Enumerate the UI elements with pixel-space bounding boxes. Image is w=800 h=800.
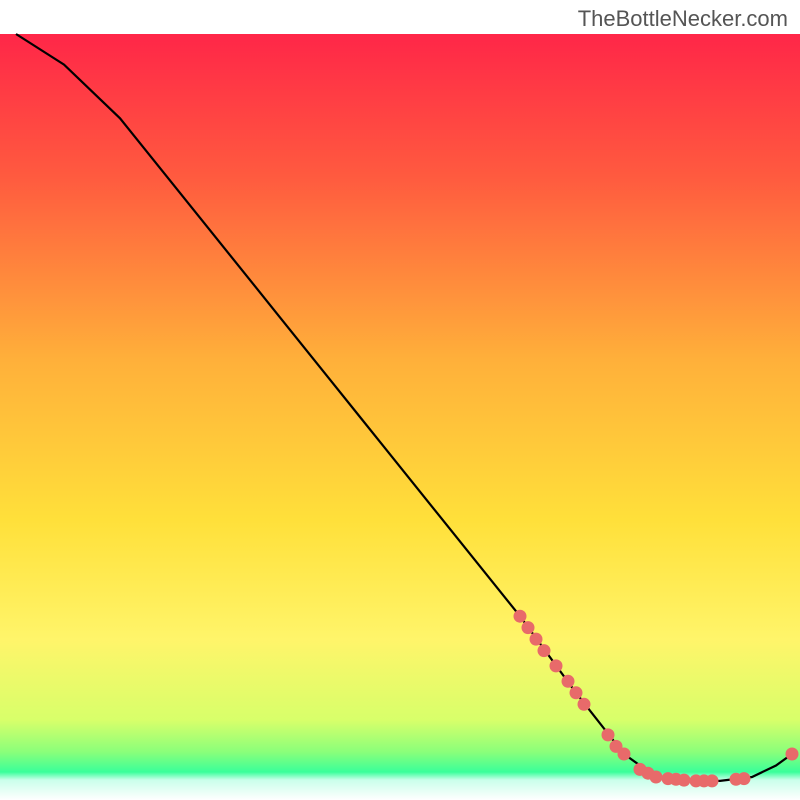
data-dot: [618, 748, 631, 761]
data-dot: [522, 621, 535, 634]
data-dot: [562, 675, 575, 688]
data-dot: [538, 644, 551, 657]
data-dot: [786, 748, 799, 761]
data-dot: [678, 774, 691, 787]
data-dot: [738, 772, 751, 785]
data-dot: [550, 659, 563, 672]
data-dot: [650, 771, 663, 784]
data-dot: [706, 774, 719, 787]
data-dot: [514, 610, 527, 623]
chart-container: TheBottleNecker.com: [0, 0, 800, 800]
data-dot: [530, 633, 543, 646]
watermark-text: TheBottleNecker.com: [578, 6, 788, 32]
data-dot: [602, 728, 615, 741]
data-dot: [570, 686, 583, 699]
chart-svg: [0, 0, 800, 800]
data-dot: [578, 698, 591, 711]
